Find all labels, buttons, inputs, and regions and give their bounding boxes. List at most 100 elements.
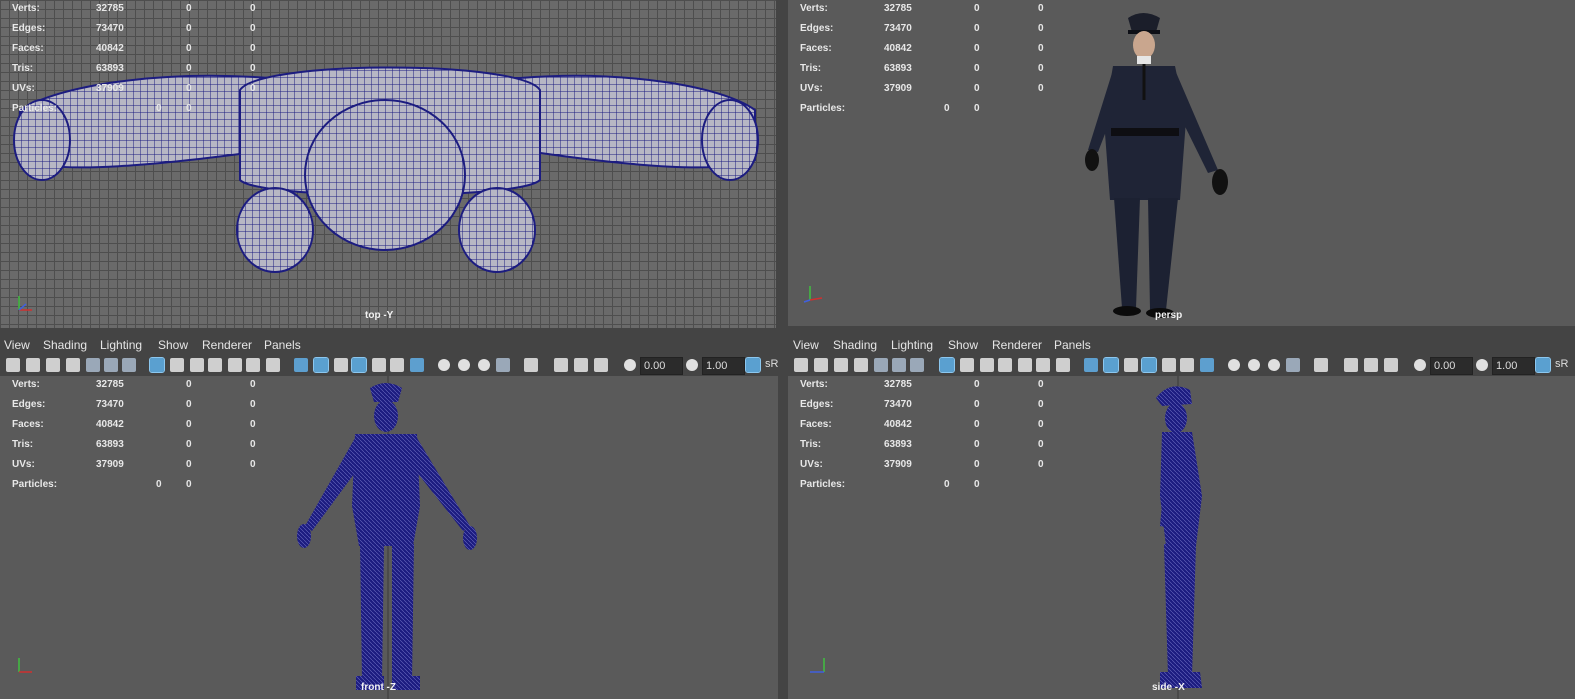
hud-stats-persp: Verts: 32785 0 0 Edges: 73470 0 0 Faces: 40842 0… <box>800 3 1070 123</box>
select-camera-icon[interactable] <box>6 358 20 372</box>
xray-icon[interactable] <box>1344 358 1358 372</box>
xray-joints-icon[interactable] <box>574 358 588 372</box>
shadows-icon[interactable] <box>410 358 424 372</box>
hud-value: 0 <box>974 419 980 430</box>
pencil-icon[interactable] <box>910 358 924 372</box>
menu-renderer[interactable]: Renderer <box>202 338 252 352</box>
safe-action-icon[interactable] <box>1036 358 1050 372</box>
field-chart-icon[interactable] <box>1018 358 1032 372</box>
film-gate-icon[interactable] <box>170 358 184 372</box>
hud-value: 0 <box>1038 459 1044 470</box>
screen-space-ao-icon[interactable] <box>438 359 450 371</box>
motion-blur-icon[interactable] <box>458 359 470 371</box>
bookmark-icon[interactable] <box>834 358 848 372</box>
two-d-pan-zoom-icon[interactable] <box>892 358 906 372</box>
toolbar-front: 0.00 1.00 sR <box>0 354 778 376</box>
axis-gizmo-icon <box>18 296 32 311</box>
hud-row-particles: Particles: 0 0 <box>12 479 282 499</box>
viewport-persp[interactable]: Verts: 32785 0 0 Edges: 73470 0 0 Faces: 40842 0… <box>788 0 1575 326</box>
gate-mask-icon[interactable] <box>208 358 222 372</box>
menu-renderer[interactable]: Renderer <box>992 338 1042 352</box>
hud-value: 0 <box>186 63 192 74</box>
wireframe-icon[interactable] <box>1084 358 1098 372</box>
hud-value: 0 <box>974 103 980 114</box>
camera-attributes-icon[interactable] <box>26 358 40 372</box>
lights-icon[interactable] <box>390 358 404 372</box>
lights-icon[interactable] <box>1180 358 1194 372</box>
xray-icon[interactable] <box>554 358 568 372</box>
colorspace-label[interactable]: sR <box>765 358 778 370</box>
image-plane-icon[interactable] <box>854 358 868 372</box>
color-management-icon[interactable] <box>745 357 761 373</box>
exposure-field[interactable]: 0.00 <box>1430 357 1473 375</box>
gate-mask-icon[interactable] <box>998 358 1012 372</box>
hud-row-faces: Faces: 40842 0 0 <box>12 419 282 439</box>
hud-value: 0 <box>1038 399 1044 410</box>
hud-value: 0 <box>250 83 256 94</box>
menu-lighting[interactable]: Lighting <box>100 338 142 352</box>
hud-value: 0 <box>186 83 192 94</box>
menu-panels[interactable]: Panels <box>264 338 301 352</box>
isolate-select-icon[interactable] <box>524 358 538 372</box>
bookmark-icon[interactable] <box>46 358 60 372</box>
menu-shading[interactable]: Shading <box>43 338 87 352</box>
hud-value: 0 <box>974 459 980 470</box>
image-plane-icon[interactable] <box>66 358 80 372</box>
isolate-select-icon[interactable] <box>1314 358 1328 372</box>
wireframe-on-shaded-icon[interactable] <box>351 357 367 373</box>
exposure-field[interactable]: 0.00 <box>640 357 683 375</box>
hud-value: 0 <box>186 43 192 54</box>
safe-title-icon[interactable] <box>1056 358 1070 372</box>
hud-row-tris: Tris: 63893 0 0 <box>800 439 1070 459</box>
depth-of-field-icon[interactable] <box>1286 358 1300 372</box>
smooth-shade-icon[interactable] <box>313 357 329 373</box>
two-d-pan-zoom-icon[interactable] <box>104 358 118 372</box>
grease-pencil-icon[interactable] <box>874 358 888 372</box>
menu-show[interactable]: Show <box>948 338 978 352</box>
viewport-front[interactable]: Verts: 32785 0 0 Edges: 73470 0 0 Faces: 40842 0… <box>0 376 778 699</box>
wireframe-on-shaded-icon[interactable] <box>1141 357 1157 373</box>
menu-panels[interactable]: Panels <box>1054 338 1091 352</box>
field-chart-icon[interactable] <box>228 358 242 372</box>
wireframe-icon[interactable] <box>294 358 308 372</box>
menu-view[interactable]: View <box>793 338 819 352</box>
viewport-side[interactable]: Verts: 32785 0 0 Edges: 73470 0 0 Faces: 40842 0… <box>788 376 1575 699</box>
default-material-icon[interactable] <box>334 358 348 372</box>
xray-joints-icon[interactable] <box>1364 358 1378 372</box>
default-material-icon[interactable] <box>1124 358 1138 372</box>
backface-culling-icon[interactable] <box>1384 358 1398 372</box>
menu-shading[interactable]: Shading <box>833 338 877 352</box>
backface-culling-icon[interactable] <box>594 358 608 372</box>
smooth-shade-icon[interactable] <box>1103 357 1119 373</box>
grid-toggle-icon[interactable] <box>149 357 165 373</box>
motion-blur-icon[interactable] <box>1248 359 1260 371</box>
pencil-icon[interactable] <box>122 358 136 372</box>
menu-lighting[interactable]: Lighting <box>891 338 933 352</box>
select-camera-icon[interactable] <box>794 358 808 372</box>
resolution-gate-icon[interactable] <box>190 358 204 372</box>
viewport-top[interactable]: Verts: 32785 0 0 Edges: 73470 0 0 Faces: 40842 0… <box>0 0 776 328</box>
textured-icon[interactable] <box>1162 358 1176 372</box>
colorspace-label[interactable]: sR <box>1555 358 1568 370</box>
depth-of-field-icon[interactable] <box>496 358 510 372</box>
gamma-field[interactable]: 1.00 <box>1492 357 1535 375</box>
textured-icon[interactable] <box>372 358 386 372</box>
resolution-gate-icon[interactable] <box>980 358 994 372</box>
hud-row-edges: Edges: 73470 0 0 <box>12 399 282 419</box>
axis-gizmo-icon <box>18 658 32 673</box>
screen-space-ao-icon[interactable] <box>1228 359 1240 371</box>
film-gate-icon[interactable] <box>960 358 974 372</box>
color-management-icon[interactable] <box>1535 357 1551 373</box>
shadows-icon[interactable] <box>1200 358 1214 372</box>
gamma-field[interactable]: 1.00 <box>702 357 745 375</box>
menu-show[interactable]: Show <box>158 338 188 352</box>
menu-view[interactable]: View <box>4 338 30 352</box>
safe-action-icon[interactable] <box>246 358 260 372</box>
grease-pencil-icon[interactable] <box>86 358 100 372</box>
hud-value: 0 <box>1038 83 1044 94</box>
anti-aliasing-icon[interactable] <box>1268 359 1280 371</box>
camera-attributes-icon[interactable] <box>814 358 828 372</box>
anti-aliasing-icon[interactable] <box>478 359 490 371</box>
safe-title-icon[interactable] <box>266 358 280 372</box>
grid-toggle-icon[interactable] <box>939 357 955 373</box>
